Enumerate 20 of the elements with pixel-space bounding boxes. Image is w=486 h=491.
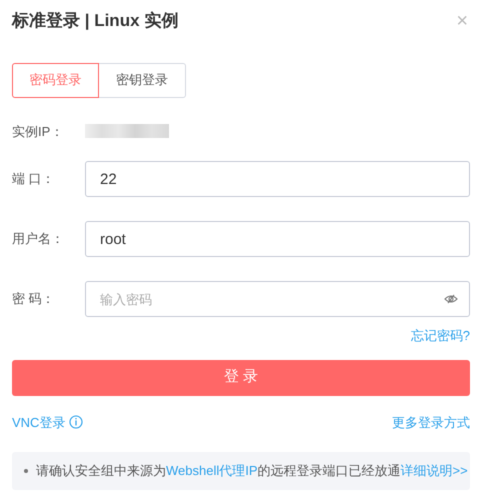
input-field[interactable]: root (85, 221, 470, 257)
input-field[interactable]: 22 (85, 161, 470, 197)
notice-text: 请确认安全组中来源为Webshell代理IP的远程登录端口已经放通详细说明>> (36, 462, 468, 480)
tab[interactable]: 密码登录 (12, 62, 99, 98)
field-label: 密 码： (12, 290, 56, 308)
login-button[interactable]: 登 录 (12, 360, 470, 396)
eye-slash-icon[interactable] (444, 294, 458, 304)
password-field[interactable]: 输入密码 (85, 281, 470, 317)
vnc-login-link[interactable]: VNC登录 (12, 412, 66, 432)
details-link[interactable]: 详细说明>> (400, 463, 468, 478)
more-login-options-link[interactable]: 更多登录方式 (392, 412, 470, 432)
dialog-title: 标准登录 | Linux 实例 (12, 10, 178, 32)
info-icon[interactable] (69, 415, 84, 430)
field-label: 用户名： (12, 230, 65, 248)
close-button[interactable]: × (454, 10, 470, 31)
field-label: 端 口： (12, 170, 56, 188)
forgot-password-link[interactable]: 忘记密码? (410, 326, 470, 346)
field-label: 实例IP： (12, 122, 64, 140)
bullet-icon (24, 468, 28, 473)
tab[interactable]: 密钥登录 (99, 62, 186, 98)
